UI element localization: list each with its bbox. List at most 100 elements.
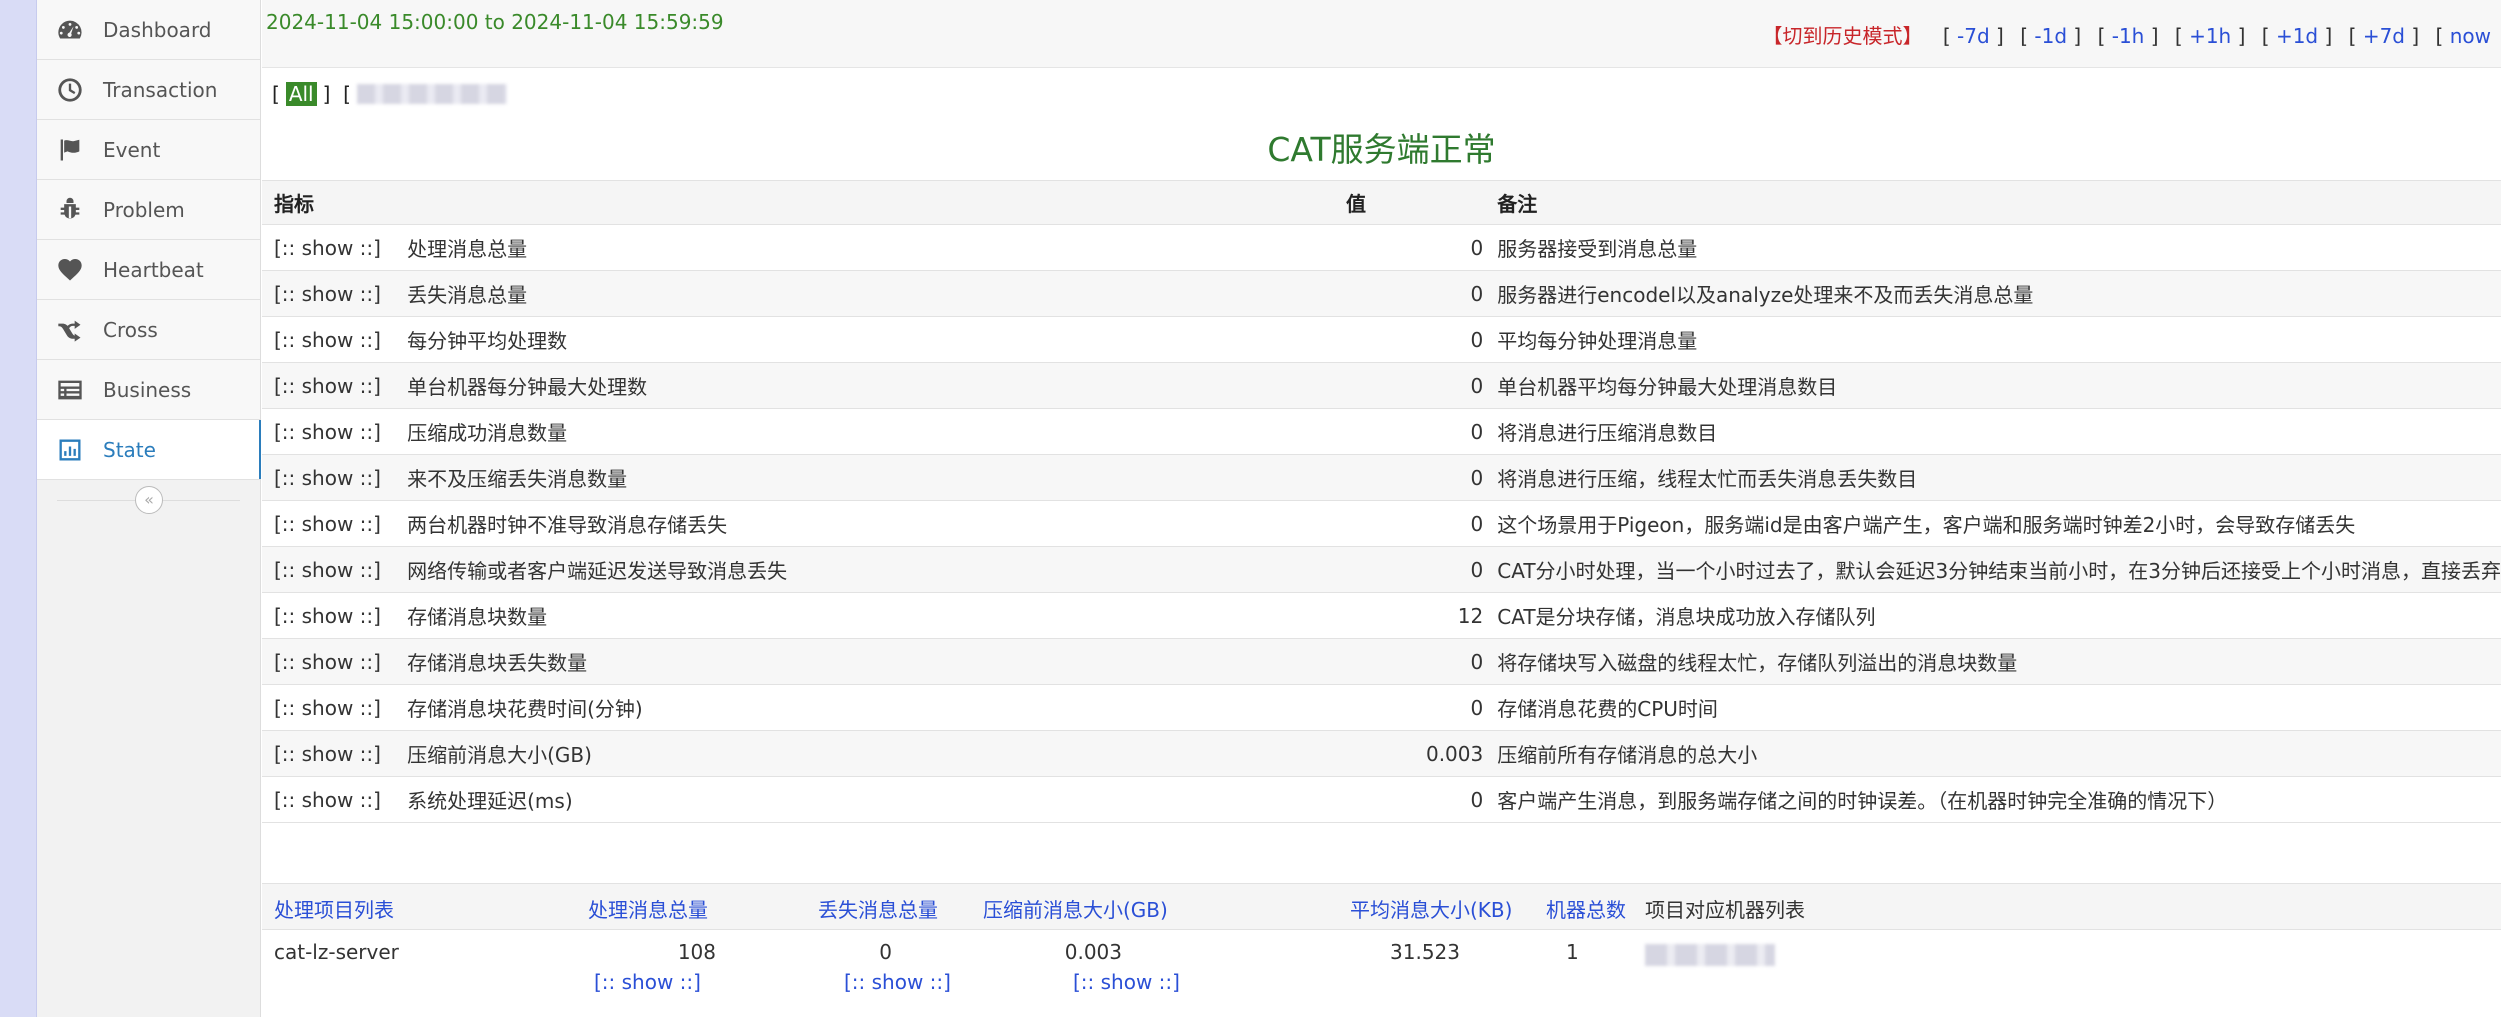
sidebar-item-problem[interactable]: Problem [37,180,260,240]
summary-header-row: 处理项目列表 处理消息总量 丢失消息总量 压缩前消息大小(GB) 平均消息大小(… [262,884,2501,930]
show-link[interactable]: [:: show ::] [262,638,408,685]
table-row: [:: show ::] 网络传输或者客户端延迟发送导致消息丢失 0 CAT分小时处理… [262,546,2501,593]
domain-filter: [All] [ [262,68,2501,120]
show-link[interactable]: [:: show ::] [262,270,408,317]
metric-note: 服务器接受到消息总量 [1497,224,2501,271]
collapse-sidebar-button[interactable]: « [135,486,163,514]
sidebar-item-business[interactable]: Business [37,360,260,420]
header-processed[interactable]: 处理消息总量 [588,894,708,923]
show-link[interactable]: [:: show ::] [262,546,408,593]
sidebar-item-label: Heartbeat [103,257,204,282]
show-link[interactable]: [:: show ::] [262,776,408,823]
machine-count-value: 1 [1566,940,1579,964]
show-lost-link[interactable]: [:: show ::] [844,970,951,994]
metric-note: 压缩前所有存储消息的总大小 [1497,730,2501,777]
show-link[interactable]: [:: show ::] [262,500,408,547]
table-row: [:: show ::] 丢失消息总量 0 服务器进行encodel以及analyze… [262,270,2501,317]
metrics-table: 指标 值 备注 [:: show ::] 处理消息总量 0 服务器接受到消息总量 [::… [262,180,2501,823]
metric-name: 每分钟平均处理数 [407,316,1346,363]
sidebar-item-event[interactable]: Event [37,120,260,180]
table-row: [:: show ::] 存储消息块花费时间(分钟) 0 存储消息花费的CPU时间 [262,684,2501,731]
show-link[interactable]: [:: show ::] [262,408,408,455]
avg-size-value: 31.523 [1390,940,1460,964]
metric-note: 这个场景用于Pigeon，服务端id是由客户端产生，客户端和服务端时钟差2小时，… [1497,500,2501,547]
sidebar-item-cross[interactable]: Cross [37,300,260,360]
show-link[interactable]: [:: show ::] [262,224,408,271]
header-machine-count[interactable]: 机器总数 [1546,894,1626,923]
sidebar-item-label: Cross [103,317,158,342]
metric-value: 0 [1345,546,1498,593]
header-size[interactable]: 压缩前消息大小(GB) [983,894,1168,923]
table-row: cat-lz-server 108 0 0.003 31.523 1 [:: s… [262,930,2501,1002]
sidebar-item-label: Transaction [103,77,218,102]
metric-value: 0 [1345,270,1498,317]
table-row: [:: show ::] 来不及压缩丢失消息数量 0 将消息进行压缩，线程太忙而丢失消… [262,454,2501,501]
metric-note: 将消息进行压缩消息数目 [1497,408,2501,455]
metric-value: 0.003 [1345,730,1498,777]
history-mode-link[interactable]: 【切到历史模式】 [1763,24,1923,48]
dashboard-icon [37,16,103,44]
main-content: 2024-11-04 15:00:00 to 2024-11-04 15:59:… [262,0,2501,1017]
metric-note: 服务器进行encodel以及analyze处理来不及而丢失消息总量 [1497,270,2501,317]
metric-name: 压缩成功消息数量 [407,408,1346,455]
table-row: [:: show ::] 压缩成功消息数量 0 将消息进行压缩消息数目 [262,408,2501,455]
sidebar-item-transaction[interactable]: Transaction [37,60,260,120]
list-icon [37,376,103,404]
metric-value: 0 [1345,316,1498,363]
show-processed-link[interactable]: [:: show ::] [594,970,701,994]
shuffle-icon [37,316,103,344]
sidebar-item-dashboard[interactable]: Dashboard [37,0,260,60]
double-chevron-left-icon: « [144,490,154,509]
metric-name: 压缩前消息大小(GB) [407,730,1346,777]
header-avg-size[interactable]: 平均消息大小(KB) [1350,894,1512,923]
table-row: [:: show ::] 压缩前消息大小(GB) 0.003 压缩前所有存储消息的总大… [262,730,2501,777]
bar-chart-icon [37,436,103,464]
show-link[interactable]: [:: show ::] [262,316,408,363]
sidebar-item-heartbeat[interactable]: Heartbeat [37,240,260,300]
step-now[interactable]: now [2450,24,2491,48]
header-lost[interactable]: 丢失消息总量 [818,894,938,923]
step-minus-1d[interactable]: -1d [2034,24,2067,48]
page-title: CAT服务端正常 [1267,130,1496,169]
step-minus-1h[interactable]: -1h [2112,24,2145,48]
show-link[interactable]: [:: show ::] [262,684,408,731]
table-row: [:: show ::] 单台机器每分钟最大处理数 0 单台机器平均每分钟最大处理消息… [262,362,2501,409]
processed-value: 108 [677,940,716,964]
project-summary-table: 处理项目列表 处理消息总量 丢失消息总量 压缩前消息大小(GB) 平均消息大小(… [262,883,2501,1002]
size-value: 0.003 [1064,940,1122,964]
table-row: [:: show ::] 存储消息块数量 12 CAT是分块存储，消息块成功放入存储队… [262,592,2501,639]
metric-value: 0 [1345,224,1498,271]
all-domains-button[interactable]: All [285,82,317,106]
lost-value: 0 [879,940,892,964]
step-plus-1d[interactable]: +1d [2276,24,2318,48]
show-link[interactable]: [:: show ::] [262,730,408,777]
show-size-link[interactable]: [:: show ::] [1073,970,1180,994]
header-note: 备注 [1497,180,2501,225]
project-name: cat-lz-server [274,940,399,964]
show-link[interactable]: [:: show ::] [262,454,408,501]
step-plus-1h[interactable]: +1h [2189,24,2231,48]
metric-value: 0 [1345,362,1498,409]
table-row: [:: show ::] 处理消息总量 0 服务器接受到消息总量 [262,224,2501,271]
flag-icon [37,136,103,164]
metric-note: 将消息进行压缩，线程太忙而丢失消息丢失数目 [1497,454,2501,501]
clock-icon [37,76,103,104]
sidebar-item-state[interactable]: State [37,420,261,480]
metric-value: 0 [1345,408,1498,455]
metric-note: 客户端产生消息，到服务端存储之间的时钟误差。（在机器时钟完全准确的情况下） [1497,776,2501,823]
metric-value: 12 [1345,592,1498,639]
bug-icon [37,196,103,224]
metric-note: 单台机器平均每分钟最大处理消息数目 [1497,362,2501,409]
heart-icon [37,256,103,284]
metric-note: CAT分小时处理，当一个小时过去了，默认会延迟3分钟结束当前小时，在3分钟后还接… [1497,546,2501,593]
show-link[interactable]: [:: show ::] [262,592,408,639]
step-plus-7d[interactable]: +7d [2363,24,2405,48]
redacted-machine-list[interactable] [1645,944,1775,966]
header-value: 值 [1345,180,1498,225]
header-project-list[interactable]: 处理项目列表 [274,894,394,923]
show-link[interactable]: [:: show ::] [262,362,408,409]
metric-note: 存储消息花费的CPU时间 [1497,684,2501,731]
redacted-domain-link[interactable] [356,84,507,104]
top-bar: 2024-11-04 15:00:00 to 2024-11-04 15:59:… [262,0,2501,68]
step-minus-7d[interactable]: -7d [1957,24,1990,48]
